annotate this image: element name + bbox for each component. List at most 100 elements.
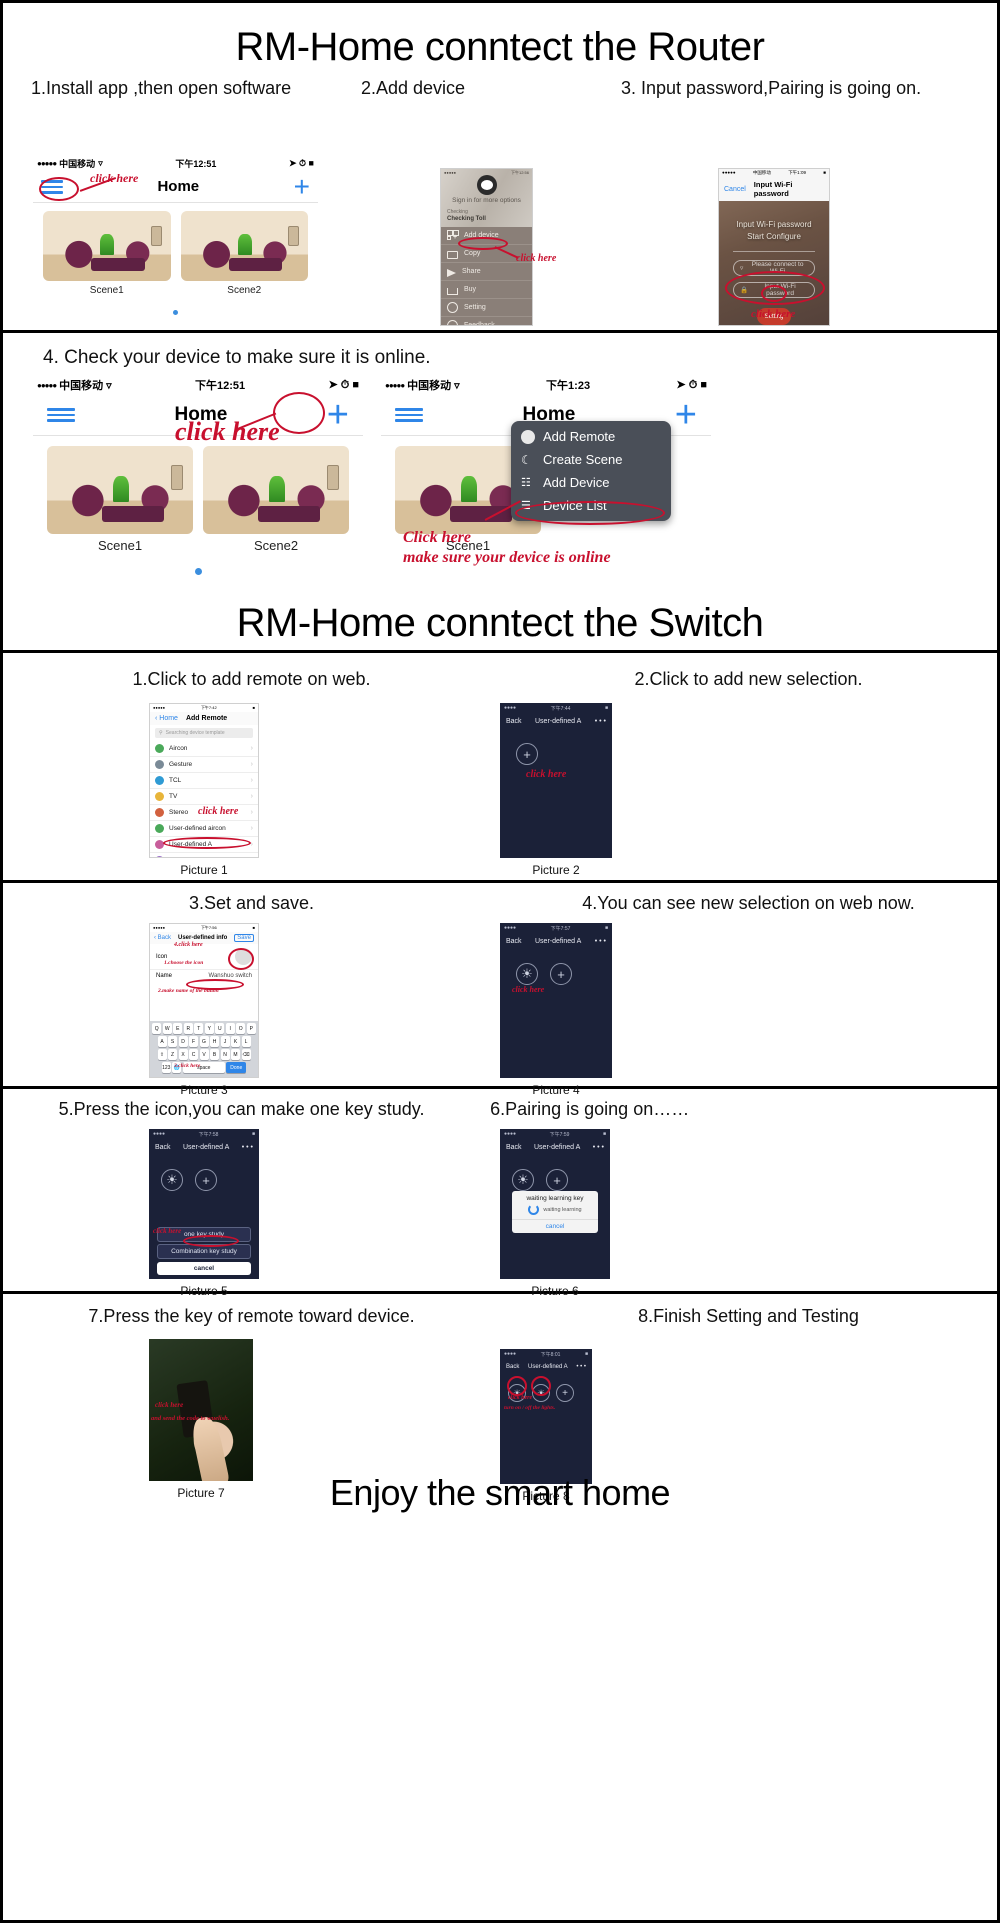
drawer-item-share[interactable]: Share — [441, 263, 532, 281]
menu-item-add-remote[interactable]: Add Remote — [511, 425, 671, 448]
key[interactable]: Q — [152, 1023, 162, 1034]
key[interactable]: P — [246, 1023, 256, 1034]
key[interactable]: K — [231, 1036, 240, 1047]
wifi-heading-1: Input Wi-Fi password — [736, 220, 812, 229]
key[interactable]: X — [178, 1049, 188, 1060]
add-button-icon[interactable]: + — [516, 743, 538, 765]
key[interactable]: Z — [168, 1049, 177, 1060]
scene-card[interactable]: Scene1 — [43, 210, 171, 296]
spinner-icon — [528, 1204, 540, 1215]
key[interactable]: F — [189, 1036, 198, 1047]
key[interactable]: A — [157, 1036, 167, 1047]
signin-label[interactable]: Sign in for more options — [441, 197, 532, 204]
menu-item-create-scene[interactable]: ☾ Create Scene — [511, 448, 671, 471]
more-icon[interactable]: • • • — [595, 718, 606, 725]
add-button-icon[interactable]: + — [556, 1384, 574, 1402]
remote-list-item[interactable]: User-defined B › — [150, 853, 258, 857]
key[interactable]: I — [225, 1023, 235, 1034]
key[interactable]: W — [162, 1023, 172, 1034]
keyboard[interactable]: Q W E R T Y U I O P A S D F G H J K L ⇧ … — [150, 1021, 258, 1077]
back-button[interactable]: Back — [155, 1144, 171, 1151]
more-icon[interactable]: • • • — [576, 1364, 586, 1370]
key[interactable]: N — [220, 1049, 230, 1060]
add-button-icon[interactable]: + — [195, 1169, 217, 1191]
numbers-key[interactable]: 123 — [161, 1062, 171, 1073]
key[interactable]: D — [178, 1036, 188, 1047]
add-icon[interactable]: + — [675, 396, 697, 434]
moon-plus-icon: ☾ — [521, 452, 532, 467]
search-input[interactable]: ⚲ Searching device template — [155, 728, 253, 738]
cancel-button[interactable]: Cancel — [724, 186, 746, 193]
more-icon[interactable]: • • • — [595, 938, 606, 945]
cancel-button[interactable]: cancel — [157, 1262, 251, 1275]
scene-label: Scene2 — [253, 538, 299, 553]
back-button[interactable]: ‹ Back — [154, 935, 171, 941]
scene-thumbnail — [47, 446, 193, 534]
back-button[interactable]: Back — [506, 1144, 522, 1151]
drawer-item-label: Feedback — [464, 322, 495, 326]
key[interactable]: H — [210, 1036, 219, 1047]
key[interactable]: L — [241, 1036, 251, 1047]
scene-card[interactable]: Scene2 — [180, 210, 308, 296]
scene-label: Scene2 — [227, 284, 262, 296]
picture-5-block: ●●●● 下午7:58 ■ Back User-defined A • • • … — [149, 1129, 259, 1298]
annotation-click-here: click here — [512, 985, 545, 994]
page-indicator — [33, 302, 318, 320]
key[interactable]: S — [168, 1036, 177, 1047]
remote-list-item[interactable]: Aircon › — [150, 741, 258, 757]
avatar[interactable] — [476, 175, 497, 195]
key[interactable]: R — [183, 1023, 193, 1034]
page-title: User-defined A — [183, 1144, 230, 1151]
key[interactable]: E — [173, 1023, 183, 1034]
remote-list-item[interactable]: TCL › — [150, 773, 258, 789]
done-key[interactable]: Done — [226, 1062, 247, 1073]
clock-label: 下午12:56 — [510, 170, 529, 175]
custom-switch-icon[interactable]: ☀ — [516, 963, 538, 985]
add-icon[interactable]: + — [327, 396, 349, 434]
add-remote-screen: ●●●●● 下午7:42 ■ ‹ Home Add Remote ⚲ Searc… — [149, 703, 259, 858]
switch-step-labels-3-4: 3.Set and save. 4.You can see new select… — [3, 883, 997, 914]
scene-card[interactable]: Scene2 — [203, 446, 349, 553]
custom-switch-icon[interactable]: ☀ — [512, 1169, 534, 1191]
key[interactable]: T — [194, 1023, 204, 1034]
key[interactable]: V — [199, 1049, 209, 1060]
add-button-icon[interactable]: + — [546, 1169, 568, 1191]
remote-list-item[interactable]: User-defined aircon › — [150, 821, 258, 837]
battery-icon: ■ — [823, 170, 826, 175]
more-icon[interactable]: • • • — [593, 1144, 604, 1151]
annotation-turn-lights: turn on / off the lights. — [504, 1405, 556, 1411]
more-icon[interactable]: • • • — [242, 1144, 253, 1151]
custom-switch-icon[interactable]: ☀ — [161, 1169, 183, 1191]
wifi-icon: ▿ — [740, 265, 744, 272]
shift-key[interactable]: ⇧ — [157, 1049, 167, 1060]
menu-item-add-device[interactable]: ☷ Add Device — [511, 471, 671, 494]
key[interactable]: M — [231, 1049, 240, 1060]
key[interactable]: O — [236, 1023, 246, 1034]
add-button-icon[interactable]: + — [550, 963, 572, 985]
remote-list-item[interactable]: Gesture › — [150, 757, 258, 773]
menu-icon[interactable] — [395, 405, 423, 425]
remote-list-item[interactable]: TV › — [150, 789, 258, 805]
switch-step-8-label: 8.Finish Setting and Testing — [638, 1306, 859, 1326]
dialog-cancel-button[interactable]: cancel — [512, 1219, 598, 1233]
clock-label: 下午7:58 — [198, 1132, 219, 1138]
signal-dots-icon: ●●●● — [504, 1351, 517, 1357]
back-button[interactable]: ‹ Home — [155, 715, 178, 722]
backspace-key[interactable]: ⌫ — [241, 1049, 251, 1060]
key[interactable]: U — [215, 1023, 225, 1034]
key[interactable]: C — [189, 1049, 198, 1060]
key[interactable]: J — [220, 1036, 230, 1047]
drawer-item-setting[interactable]: Setting — [441, 299, 532, 317]
switch-step-3-label: 3.Set and save. — [188, 893, 315, 913]
menu-icon[interactable] — [47, 405, 75, 425]
scene-card[interactable]: Scene1 — [47, 446, 193, 553]
key[interactable]: Y — [204, 1023, 214, 1034]
key[interactable]: G — [199, 1036, 209, 1047]
drawer-item-feedback[interactable]: Feedback — [441, 317, 532, 326]
back-button[interactable]: Back — [506, 1364, 519, 1370]
battery-icon: ➤ ⏱ ■ — [676, 379, 707, 391]
drawer-item-buy[interactable]: Buy — [441, 281, 532, 299]
key[interactable]: B — [210, 1049, 219, 1060]
add-icon[interactable]: + — [294, 172, 310, 200]
save-button[interactable]: Save — [234, 934, 254, 942]
